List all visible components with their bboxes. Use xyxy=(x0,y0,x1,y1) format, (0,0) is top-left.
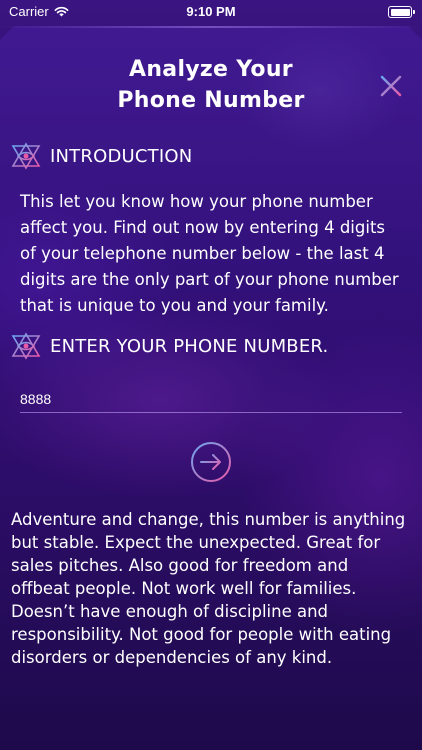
star-eye-icon xyxy=(11,142,41,170)
result-text: Adventure and change, this number is any… xyxy=(11,510,406,667)
battery-icon xyxy=(388,6,415,18)
close-icon[interactable] xyxy=(378,73,404,99)
arrow-right-circle-icon[interactable] xyxy=(190,441,232,483)
page-title-line2: Phone Number xyxy=(117,88,305,113)
enter-number-heading: ENTER YOUR PHONE NUMBER. xyxy=(10,332,328,360)
card-top-edge xyxy=(0,26,422,28)
introduction-heading-label: INTRODUCTION xyxy=(50,145,193,167)
page-title-line1: Analyze Your xyxy=(129,57,293,82)
status-time: 9:10 PM xyxy=(186,4,236,19)
phone-number-input[interactable] xyxy=(20,386,402,413)
introduction-text: This let you know how your phone number … xyxy=(20,192,399,315)
introduction-heading: INTRODUCTION xyxy=(10,142,192,170)
status-bar: Carrier 9:10 PM xyxy=(0,0,422,24)
page-title: Analyze Your Phone Number xyxy=(0,54,422,116)
star-eye-icon xyxy=(11,332,41,360)
enter-number-heading-label: ENTER YOUR PHONE NUMBER. xyxy=(50,335,329,357)
